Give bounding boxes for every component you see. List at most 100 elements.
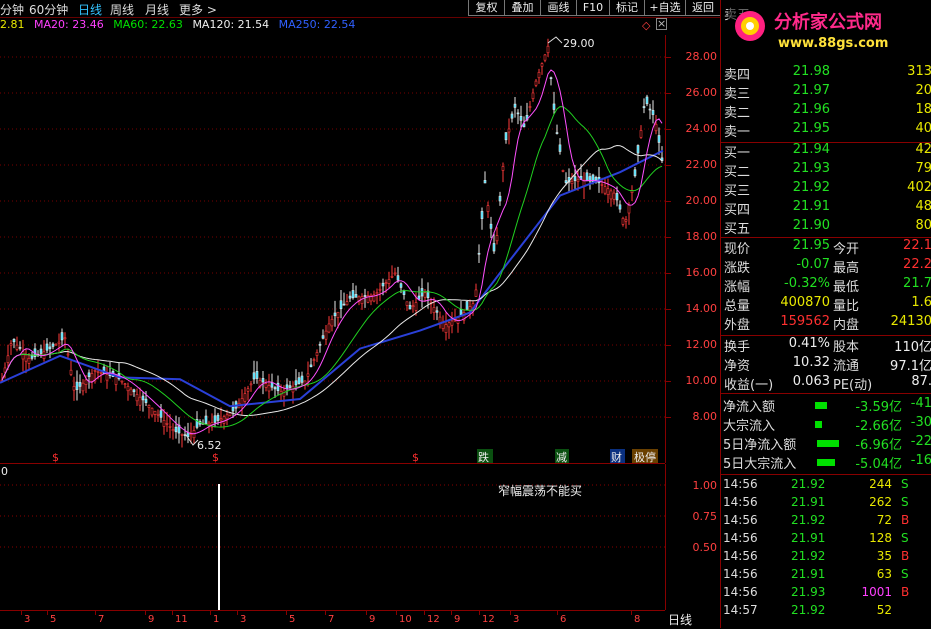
- restore-rights-button[interactable]: 复权: [468, 0, 505, 16]
- indicator-tick: 1.00: [692, 479, 718, 492]
- price-tick-line: [666, 417, 671, 418]
- tick-price: 21.93: [791, 585, 826, 599]
- finance-value: 0.063: [792, 374, 830, 389]
- candle-body: [69, 369, 73, 375]
- finance-label: 股本: [833, 340, 860, 355]
- candle-body: [645, 96, 649, 105]
- candle-body: [273, 387, 277, 390]
- overlay-button[interactable]: 叠加: [504, 0, 541, 16]
- order-level-label: 买二: [724, 165, 751, 180]
- ma60-label: MA60: 22.63: [113, 18, 183, 31]
- order-volume: 313: [907, 64, 931, 79]
- candle-body: [513, 103, 517, 108]
- finance-label: 净资: [724, 359, 751, 374]
- candle-body: [312, 359, 316, 361]
- draw-line-button[interactable]: 画线: [540, 0, 577, 16]
- trade-tick-row: 14:56 21.92 72 B: [721, 513, 931, 531]
- price-tick-line: [666, 309, 671, 310]
- candle-body: [624, 219, 628, 222]
- tick-price: 21.91: [791, 531, 826, 545]
- tab-weekly[interactable]: 周线: [110, 1, 134, 18]
- trade-tick-row: 14:56 21.92 35 B: [721, 549, 931, 567]
- order-book-row: 卖一 21.95 40: [721, 121, 931, 140]
- stat-label: 最高: [833, 261, 860, 276]
- candle-body: [378, 288, 382, 291]
- mark-button[interactable]: 标记: [609, 0, 645, 16]
- tick-volume: 262: [869, 495, 892, 509]
- tick-volume: 128: [869, 531, 892, 545]
- price-tick-line: [666, 237, 671, 238]
- candle-body: [63, 337, 67, 340]
- candle-body: [144, 398, 148, 403]
- order-book-row: 买五 21.90 80: [721, 218, 931, 237]
- tick-side: S: [901, 477, 909, 491]
- f10-button[interactable]: F10: [576, 0, 610, 16]
- dividend-marker: $: [412, 451, 419, 464]
- order-price: 21.94: [792, 142, 830, 157]
- finance-row: 净资 10.32 流通 97.1亿: [721, 355, 931, 374]
- close-chart-icon[interactable]: ×: [656, 18, 667, 30]
- finance-value: 87.: [911, 374, 931, 389]
- back-button[interactable]: 返回: [685, 0, 721, 16]
- order-volume: 18: [915, 102, 931, 117]
- flow-value: -6.96亿: [855, 438, 902, 453]
- candle-body: [48, 346, 52, 349]
- date-tick-line: [21, 611, 22, 615]
- candlestick-chart[interactable]: 29.00 6.52 $ $ $ 跌 减 财 极停: [0, 35, 665, 464]
- order-book-row: 卖二 21.96 18: [721, 102, 931, 121]
- candle-body: [270, 382, 274, 388]
- price-tick: 12.00: [685, 338, 718, 351]
- candle-body: [333, 312, 337, 317]
- trade-tick-row: 14:56 21.91 262 S: [721, 495, 931, 513]
- date-tick: 9: [369, 614, 376, 625]
- finance-row: 收益(一) 0.063 PE(动) 87.: [721, 374, 931, 393]
- quote-stat-row: 涨幅 -0.32% 最低 21.7: [721, 276, 931, 295]
- moving-average-legend: 2.81 MA20: 23.46 MA60: 22.63 MA120: 21.5…: [0, 18, 690, 34]
- candle-body: [534, 80, 538, 86]
- tab-more[interactable]: 更多 >: [179, 1, 217, 18]
- flow-bar: [817, 459, 835, 466]
- candle-body: [165, 423, 169, 425]
- candle-body: [261, 378, 265, 383]
- candle-body: [150, 407, 154, 416]
- candle-body: [9, 343, 13, 346]
- stat-value: 21.95: [792, 238, 830, 253]
- price-tick: 16.00: [685, 266, 718, 279]
- candle-body: [204, 415, 208, 424]
- candle-body: [120, 380, 124, 383]
- candle-body: [135, 394, 139, 402]
- stat-value: 159562: [780, 314, 830, 329]
- tick-price: 21.92: [791, 603, 826, 617]
- candle-body: [486, 205, 490, 212]
- chart-settings-icon[interactable]: ◇: [642, 19, 650, 32]
- candle-body: [615, 193, 619, 201]
- tab-monthly[interactable]: 月线: [145, 1, 169, 18]
- order-book-row: 买四 21.91 48: [721, 199, 931, 218]
- candle-body: [183, 434, 187, 436]
- candle-body: [555, 132, 559, 134]
- candle-body: [294, 380, 298, 386]
- quote-stat-row: 涨跌 -0.07 最高 22.2: [721, 257, 931, 276]
- candle-body: [21, 351, 25, 360]
- candle-body: [585, 172, 589, 181]
- tab-minute[interactable]: 分钟: [0, 1, 24, 18]
- date-tick: 6: [560, 614, 567, 625]
- candle-body: [54, 343, 58, 346]
- price-tick: 24.00: [685, 122, 718, 135]
- candle-body: [285, 384, 289, 390]
- candle-body: [528, 106, 532, 108]
- candle-body: [225, 414, 229, 420]
- candle-body: [159, 410, 163, 418]
- candle-body: [498, 195, 502, 202]
- candle-body: [564, 180, 568, 184]
- indicator-chart[interactable]: 0 窄幅震荡不能买: [0, 464, 665, 610]
- candle-body: [252, 372, 256, 380]
- add-watchlist-button[interactable]: +自选: [644, 0, 686, 16]
- date-tick-line: [172, 611, 173, 615]
- tab-60-minute[interactable]: 60分钟: [29, 1, 68, 18]
- candle-body: [207, 422, 211, 426]
- candle-body: [231, 406, 235, 412]
- candle-body: [447, 322, 451, 328]
- candle-body: [489, 223, 493, 229]
- tab-daily[interactable]: 日线: [78, 1, 102, 18]
